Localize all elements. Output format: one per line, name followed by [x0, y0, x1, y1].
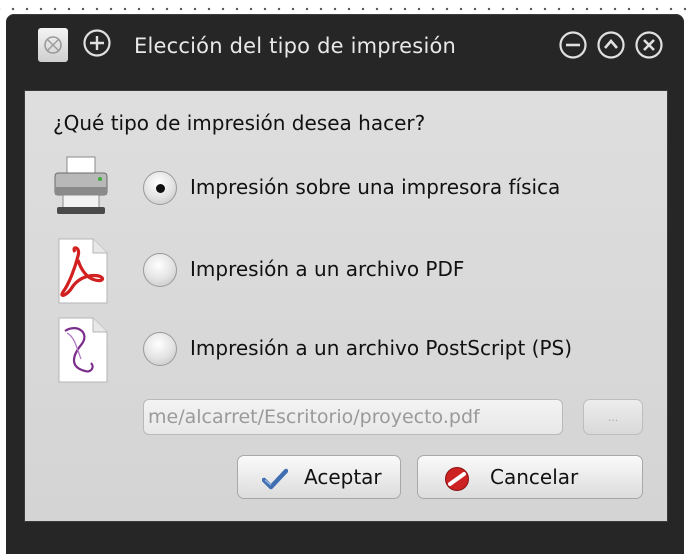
checkmark-icon [262, 468, 288, 490]
cancel-button[interactable]: Cancelar [417, 455, 643, 499]
question-label: ¿Qué tipo de impresión desea hacer? [53, 111, 426, 135]
maximize-circle-icon[interactable] [596, 30, 626, 60]
desktop-background [0, 0, 686, 14]
title-bar[interactable]: Elección del tipo de impresión [6, 14, 684, 78]
radio-postscript-file[interactable] [143, 332, 177, 366]
file-path-value: me/alcarret/Escritorio/proyecto.pdf [148, 406, 480, 428]
accept-button-label: Aceptar [304, 465, 382, 489]
cancel-button-label: Cancelar [490, 465, 579, 489]
minimize-circle-icon[interactable] [558, 30, 588, 60]
pdf-file-icon [58, 238, 108, 304]
option-postscript-file-label: Impresión a un archivo PostScript (PS) [190, 336, 573, 360]
plus-circle-icon[interactable] [82, 28, 112, 58]
close-circle-icon[interactable] [634, 30, 664, 60]
file-path-input[interactable]: me/alcarret/Escritorio/proyecto.pdf [143, 399, 563, 435]
dialog-body: ¿Qué tipo de impresión desea hacer? Impr… [24, 90, 668, 522]
print-type-dialog: Elección del tipo de impresión ¿Qué tipo… [6, 14, 684, 554]
browse-button[interactable]: ... [583, 399, 643, 435]
window-title: Elección del tipo de impresión [134, 34, 457, 58]
postscript-file-icon [58, 317, 108, 383]
radio-pdf-file[interactable] [143, 253, 177, 287]
option-physical-printer-label: Impresión sobre una impresora física [190, 175, 561, 199]
cancel-icon [445, 467, 469, 491]
radio-physical-printer[interactable] [143, 171, 177, 205]
printer-icon [54, 156, 108, 214]
option-pdf-file-label: Impresión a un archivo PDF [190, 257, 465, 281]
document-icon[interactable] [38, 28, 68, 62]
accept-button[interactable]: Aceptar [237, 455, 401, 499]
